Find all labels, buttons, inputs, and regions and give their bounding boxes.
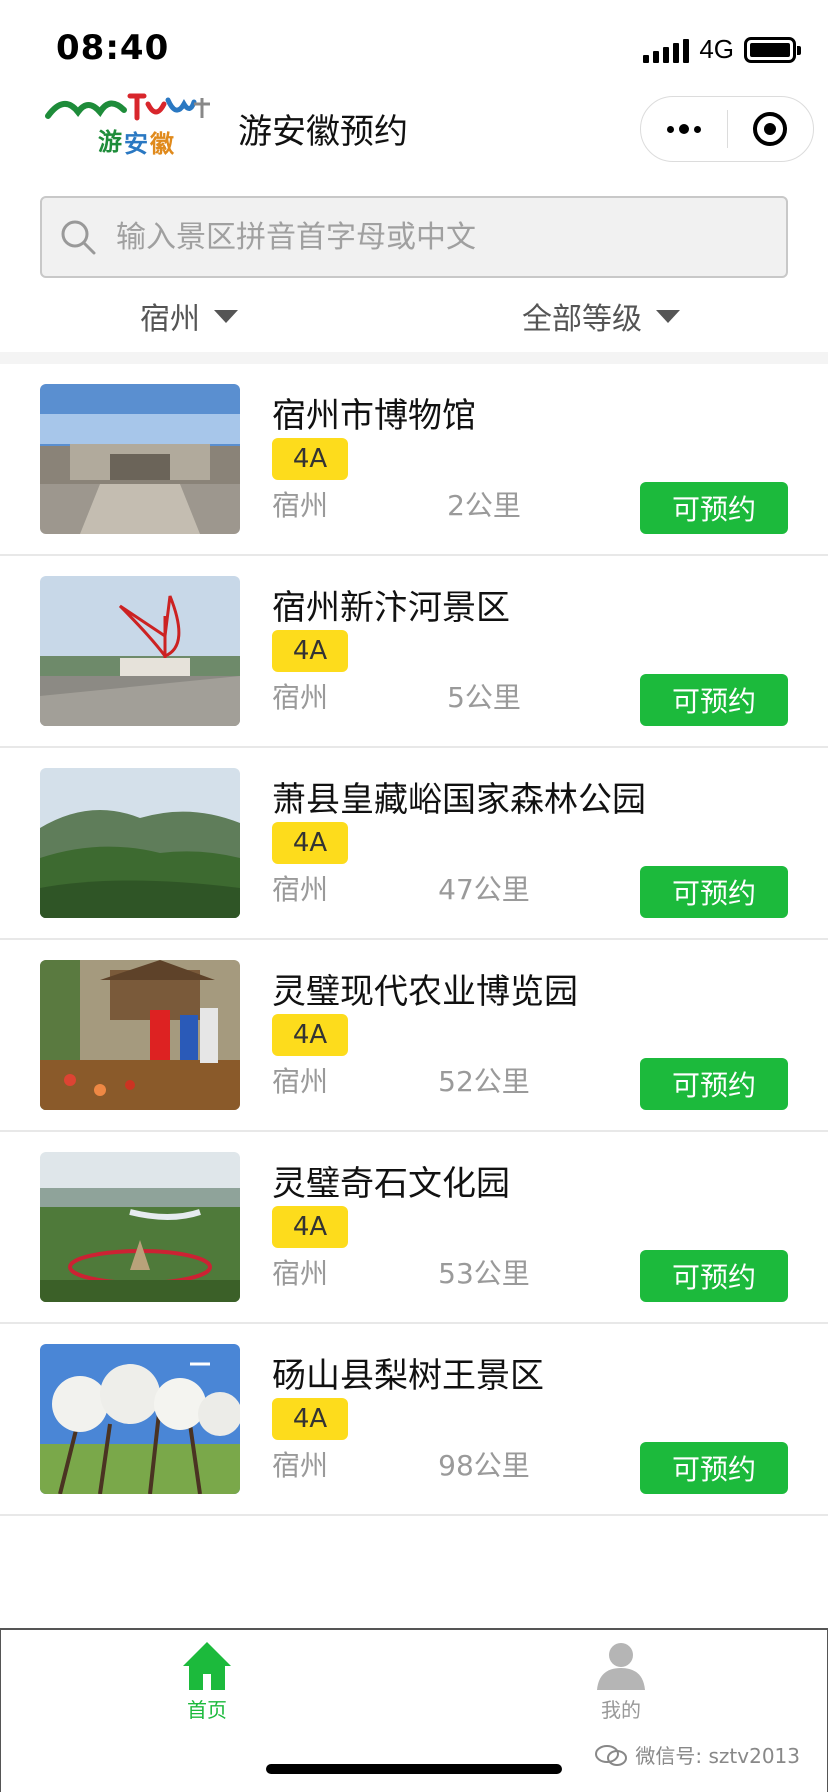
book-button[interactable]: 可预约 — [640, 866, 788, 918]
signal-icon — [643, 37, 690, 63]
close-miniprogram-button[interactable] — [728, 97, 814, 161]
home-indicator — [266, 1764, 562, 1774]
scenic-city: 宿州 — [272, 1257, 329, 1290]
level-badge: 4A — [272, 630, 348, 672]
svg-text:徽: 徽 — [149, 130, 175, 158]
status-time: 08:40 — [56, 28, 170, 68]
scenic-city: 宿州 — [272, 873, 329, 906]
scenic-name: 灵璧现代农业博览园 — [272, 972, 578, 1012]
scenic-city: 宿州 — [272, 681, 329, 714]
tab-home[interactable]: 首页 — [147, 1640, 267, 1723]
scenic-distance: 5公里 — [447, 681, 521, 714]
wechat-icon — [595, 1744, 628, 1766]
list-item[interactable]: 宿州新汴河景区 4A 宿州 5公里 可预约 — [0, 556, 828, 748]
scenic-thumbnail — [40, 1344, 240, 1494]
scenic-city: 宿州 — [272, 1449, 329, 1482]
book-button[interactable]: 可预约 — [640, 1058, 788, 1110]
scenic-thumbnail — [40, 960, 240, 1110]
home-icon — [183, 1642, 231, 1690]
scenic-name: 宿州新汴河景区 — [272, 588, 510, 628]
caret-down-icon — [214, 309, 238, 323]
city-filter[interactable]: 宿州 — [140, 294, 238, 338]
scenic-list: 宿州市博物馆 4A 宿州 2公里 可预约 宿州新汴河景区 4A 宿州 5公里 可… — [0, 364, 828, 1516]
scenic-distance: 47公里 — [438, 873, 530, 906]
book-button[interactable]: 可预约 — [640, 1442, 788, 1494]
list-item[interactable]: 砀山县梨树王景区 4A 宿州 98公里 可预约 — [0, 1324, 828, 1516]
scenic-thumbnail — [40, 1152, 240, 1302]
level-badge: 4A — [272, 438, 348, 480]
more-dots-icon — [666, 124, 701, 134]
caret-down-icon — [656, 309, 680, 323]
more-button[interactable] — [641, 97, 727, 161]
scenic-name: 砀山县梨树王景区 — [272, 1356, 544, 1396]
scenic-name: 灵璧奇石文化园 — [272, 1164, 510, 1204]
watermark: 微信号: sztv2013 — [595, 1740, 800, 1769]
list-item[interactable]: 宿州市博物馆 4A 宿州 2公里 可预约 — [0, 364, 828, 556]
nav-bar: 游 安 徽 游安徽预约 — [0, 90, 828, 170]
status-bar: 08:40 4G — [0, 0, 828, 96]
tab-home-label: 首页 — [187, 1698, 227, 1722]
filter-row: 宿州 全部等级 — [0, 294, 828, 344]
status-indicators: 4G — [643, 34, 801, 65]
target-icon — [753, 112, 788, 146]
level-badge: 4A — [272, 1206, 348, 1248]
book-button[interactable]: 可预约 — [640, 674, 788, 726]
level-badge: 4A — [272, 822, 348, 864]
miniprogram-capsule — [640, 96, 814, 162]
scenic-city: 宿州 — [272, 489, 329, 522]
scenic-thumbnail — [40, 576, 240, 726]
book-button[interactable]: 可预约 — [640, 1250, 788, 1302]
list-item[interactable]: 灵璧现代农业博览园 4A 宿州 52公里 可预约 — [0, 940, 828, 1132]
search-input[interactable] — [116, 219, 756, 255]
network-label: 4G — [699, 34, 734, 64]
book-button[interactable]: 可预约 — [640, 482, 788, 534]
list-item[interactable]: 灵璧奇石文化园 4A 宿州 53公里 可预约 — [0, 1132, 828, 1324]
scenic-distance: 52公里 — [438, 1065, 530, 1098]
level-badge: 4A — [272, 1014, 348, 1056]
scenic-thumbnail — [40, 384, 240, 534]
level-filter[interactable]: 全部等级 — [522, 294, 680, 338]
svg-text:安: 安 — [124, 130, 148, 158]
scenic-distance: 2公里 — [447, 489, 521, 522]
search-box[interactable] — [40, 196, 788, 278]
search-icon — [61, 220, 96, 255]
watermark-text: 微信号: sztv2013 — [635, 1744, 800, 1768]
user-icon — [597, 1643, 645, 1690]
svg-text:游: 游 — [98, 128, 122, 156]
list-item[interactable]: 萧县皇藏峪国家森林公园 4A 宿州 47公里 可预约 — [0, 748, 828, 940]
level-badge: 4A — [272, 1398, 348, 1440]
scenic-distance: 98公里 — [438, 1449, 530, 1482]
tab-mine[interactable]: 我的 — [561, 1640, 681, 1723]
battery-icon — [744, 36, 801, 63]
scenic-city: 宿州 — [272, 1065, 329, 1098]
scenic-name: 萧县皇藏峪国家森林公园 — [272, 780, 646, 820]
anhui-logo: 游 安 徽 — [45, 93, 210, 158]
level-filter-label: 全部等级 — [522, 302, 642, 337]
scenic-name: 宿州市博物馆 — [272, 396, 476, 436]
section-divider — [0, 352, 828, 364]
scenic-thumbnail — [40, 768, 240, 918]
scenic-distance: 53公里 — [438, 1257, 530, 1290]
page-title: 游安徽预约 — [238, 112, 408, 152]
city-filter-label: 宿州 — [140, 302, 200, 337]
tab-mine-label: 我的 — [601, 1698, 641, 1722]
